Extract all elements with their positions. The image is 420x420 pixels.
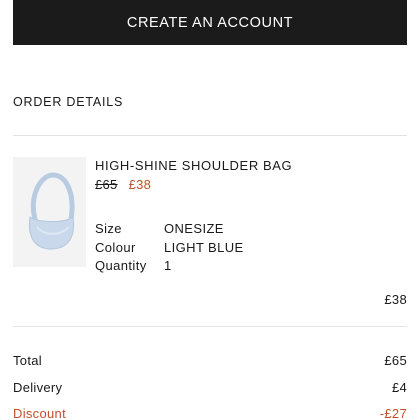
price-row: £65 £38 xyxy=(95,177,151,192)
attribute-size: Size ONESIZE xyxy=(95,220,244,239)
summary-total-row: Total £65 xyxy=(13,352,407,370)
attribute-value: ONESIZE xyxy=(164,221,224,236)
attribute-label: Colour xyxy=(95,239,136,255)
attribute-quantity: Quantity 1 xyxy=(95,257,244,276)
total-value: £65 xyxy=(384,353,407,368)
summary-discount-row: Discount -£27 xyxy=(13,405,407,420)
line-total: £38 xyxy=(384,292,407,307)
attribute-colour: Colour LIGHT BLUE xyxy=(95,239,244,258)
shoulder-bag-image xyxy=(13,157,86,267)
divider xyxy=(13,135,407,136)
create-account-button[interactable]: CREATE AN ACCOUNT xyxy=(13,0,407,45)
summary-delivery-row: Delivery £4 xyxy=(13,379,407,397)
total-label: Total xyxy=(13,353,42,368)
sale-price: £38 xyxy=(128,177,152,192)
order-summary-page: CREATE AN ACCOUNT ORDER DETAILS HIGH-SHI… xyxy=(0,0,420,420)
attribute-value: 1 xyxy=(164,258,172,273)
product-attributes: Size ONESIZE Colour LIGHT BLUE Quantity 1 xyxy=(95,220,244,276)
attribute-label: Quantity xyxy=(95,258,147,273)
discount-label: Discount xyxy=(13,406,66,420)
product-name[interactable]: HIGH-SHINE SHOULDER BAG xyxy=(95,158,292,173)
discount-value: -£27 xyxy=(379,406,407,420)
divider xyxy=(13,326,407,327)
attribute-value: LIGHT BLUE xyxy=(164,239,244,255)
product-image[interactable] xyxy=(13,157,86,267)
original-price: £65 xyxy=(95,177,118,192)
delivery-label: Delivery xyxy=(13,380,63,395)
order-details-title: ORDER DETAILS xyxy=(13,95,124,109)
attribute-label: Size xyxy=(95,221,122,236)
delivery-value: £4 xyxy=(391,380,407,395)
